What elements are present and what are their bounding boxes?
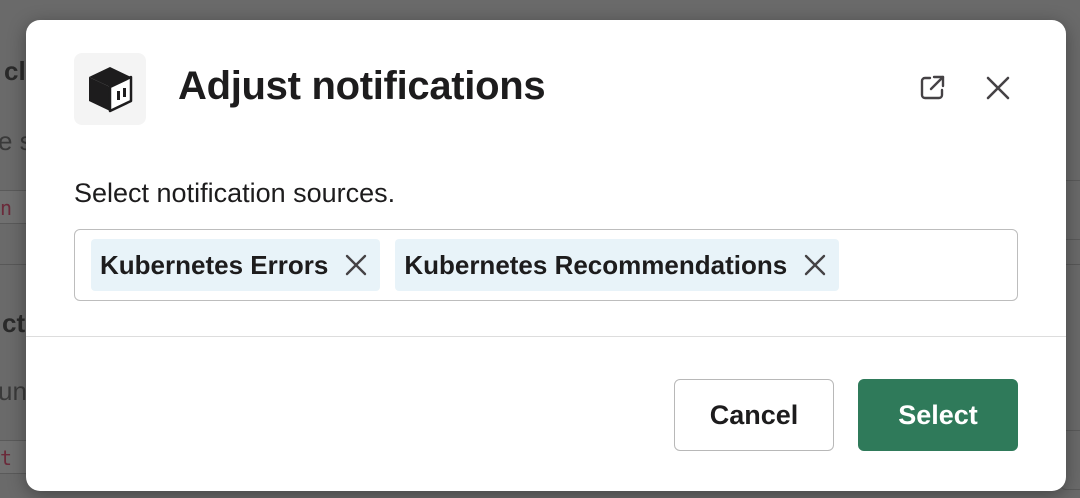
close-icon bbox=[986, 76, 1010, 100]
bg-fragment: cl bbox=[4, 56, 26, 86]
chip-label: Kubernetes Errors bbox=[100, 249, 329, 280]
footer-divider bbox=[26, 336, 1066, 337]
notification-sources-multiselect[interactable]: Kubernetes Errors Kubernetes Recommendat… bbox=[74, 229, 1018, 301]
remove-chip-button[interactable] bbox=[801, 251, 829, 279]
open-in-new-window-button[interactable] bbox=[912, 68, 952, 108]
dialog-title: Adjust notifications bbox=[178, 64, 546, 108]
external-link-icon bbox=[920, 75, 945, 100]
box-logo-icon bbox=[74, 53, 146, 125]
bg-fragment: ct bbox=[2, 308, 26, 338]
close-button[interactable] bbox=[978, 68, 1018, 108]
cancel-button[interactable]: Cancel bbox=[674, 379, 834, 451]
selected-chip: Kubernetes Recommendations bbox=[395, 239, 840, 291]
dialog-header: Adjust notifications bbox=[26, 20, 1066, 160]
notification-sources-label: Select notification sources. bbox=[74, 178, 396, 208]
select-button[interactable]: Select bbox=[858, 379, 1018, 451]
close-icon bbox=[346, 254, 367, 276]
selected-chip: Kubernetes Errors bbox=[91, 239, 381, 291]
bg-fragment: un bbox=[0, 376, 27, 406]
remove-chip-button[interactable] bbox=[342, 251, 370, 279]
close-icon bbox=[804, 254, 826, 276]
dialog-body: Select notification sources. Kubernetes … bbox=[74, 178, 1018, 301]
chip-label: Kubernetes Recommendations bbox=[404, 249, 788, 280]
adjust-notifications-dialog: Adjust notifications Select notification… bbox=[26, 20, 1066, 491]
